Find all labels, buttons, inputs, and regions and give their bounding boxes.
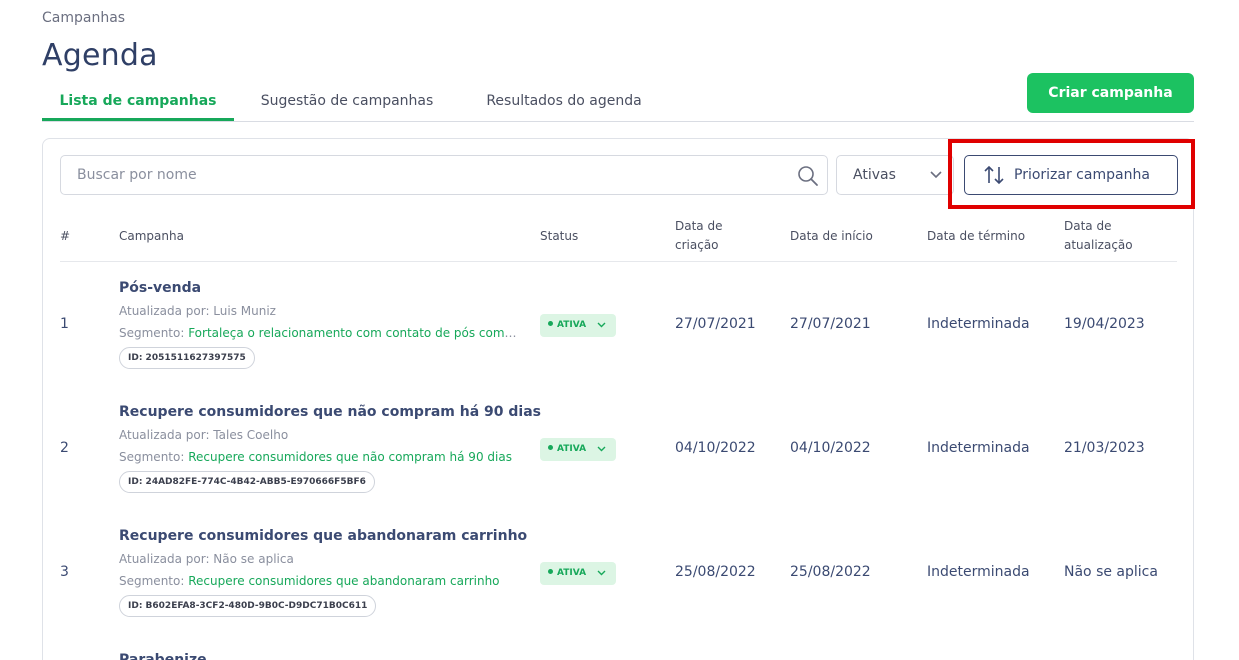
campaign-name-link[interactable]: Parabenize [119,652,207,660]
campaign-id-badge: ID: B602EFA8-3CF2-480D-9B0C-D9DC71B0C611 [119,595,377,617]
table-row[interactable]: 3 Recupere consumidores que abandonaram … [43,511,1195,635]
header-created: Data de criação [675,217,722,255]
status-text: ATIVA [557,568,587,578]
segment-label: Segmento: [119,574,189,588]
page-title: Agenda [42,38,158,73]
segment-label: Segmento: [119,326,189,340]
status-text: ATIVA [557,320,587,330]
header-created-line2: criação [675,238,719,252]
campaign-id-badge: ID: 2051511627397575 [119,347,255,369]
segment-link[interactable]: Recupere consumidores que não compram há… [188,450,512,464]
tab-agenda-results[interactable]: Resultados do agenda [472,88,656,121]
chevron-down-icon [597,446,606,452]
campaign-name-link[interactable]: Recupere consumidores que não compram há… [119,404,541,420]
segment: Segmento: Recupere consumidores que não … [119,450,519,464]
end-date: Indeterminada [927,316,1030,332]
created-date: 25/08/2022 [675,564,756,580]
create-campaign-button[interactable]: Criar campanha [1027,73,1194,113]
table-row[interactable]: 1 Pós-venda Atualizada por: Luis Muniz S… [43,263,1195,387]
updated-by: Atualizada por: Luis Muniz [119,304,276,318]
header-num: # [60,229,71,243]
header-updated: Data de atualização [1064,217,1133,255]
segment: Segmento: Recupere consumidores que aban… [119,574,519,588]
start-date: 27/07/2021 [790,316,871,332]
search-icon[interactable] [797,165,819,187]
header-updated-line2: atualização [1064,238,1133,252]
status-badge[interactable]: ATIVA [540,314,616,337]
updated-by: Atualizada por: Não se aplica [119,552,294,566]
header-campaign: Campanha [119,229,184,243]
prioritize-campaign-button[interactable]: Priorizar campanha [964,155,1178,195]
status-badge[interactable]: ATIVA [540,438,616,461]
campaign-card: Ativas Priorizar campanha # Campanha Sta… [42,138,1195,660]
updated-date: 21/03/2023 [1064,440,1145,456]
tab-campaign-list[interactable]: Lista de campanhas [42,88,234,121]
status-filter-select[interactable]: Ativas [836,155,954,195]
segment: Segmento: Fortaleça o relacionamento com… [119,326,519,340]
created-date: 27/07/2021 [675,316,756,332]
prioritize-campaign-label: Priorizar campanha [1014,167,1150,183]
tab-campaign-suggestions[interactable]: Sugestão de campanhas [246,88,448,121]
chevron-down-icon [597,322,606,328]
start-date: 04/10/2022 [790,440,871,456]
end-date: Indeterminada [927,564,1030,580]
chevron-down-icon [930,171,942,179]
header-updated-line1: Data de [1064,219,1112,233]
table-row[interactable]: 2 Recupere consumidores que não compram … [43,387,1195,511]
header-end: Data de término [927,229,1026,243]
updated-date: 19/04/2023 [1064,316,1145,332]
header-created-line1: Data de [675,219,723,233]
sort-arrows-icon [984,165,1004,185]
header-start: Data de início [790,229,873,243]
search-input[interactable] [61,156,781,194]
end-date: Indeterminada [927,440,1030,456]
start-date: 25/08/2022 [790,564,871,580]
created-date: 04/10/2022 [675,440,756,456]
row-number: 1 [60,316,69,332]
status-badge[interactable]: ATIVA [540,562,616,585]
updated-date: Não se aplica [1064,564,1158,580]
row-number: 3 [60,564,69,580]
campaign-name-link[interactable]: Pós-venda [119,280,201,296]
status-filter-value: Ativas [853,167,896,183]
segment-label: Segmento: [119,450,189,464]
header-status: Status [540,229,579,243]
campaign-name-link[interactable]: Recupere consumidores que abandonaram ca… [119,528,527,544]
updated-by: Atualizada por: Tales Coelho [119,428,289,442]
segment-link[interactable]: Recupere consumidores que abandonaram ca… [188,574,499,588]
breadcrumb[interactable]: Campanhas [42,10,125,26]
status-text: ATIVA [557,444,587,454]
table-row[interactable]: Parabenize [43,635,1195,660]
segment-link[interactable]: Fortaleça o relacionamento com contato d… [188,326,519,340]
tab-bar: Lista de campanhas Sugestão de campanhas… [42,88,1194,122]
campaign-id-badge: ID: 24AD82FE-774C-4B42-ABB5-E970666F5BF6 [119,471,375,493]
chevron-down-icon [597,570,606,576]
search-box [60,155,828,195]
row-number: 2 [60,440,69,456]
header-divider [60,261,1177,262]
